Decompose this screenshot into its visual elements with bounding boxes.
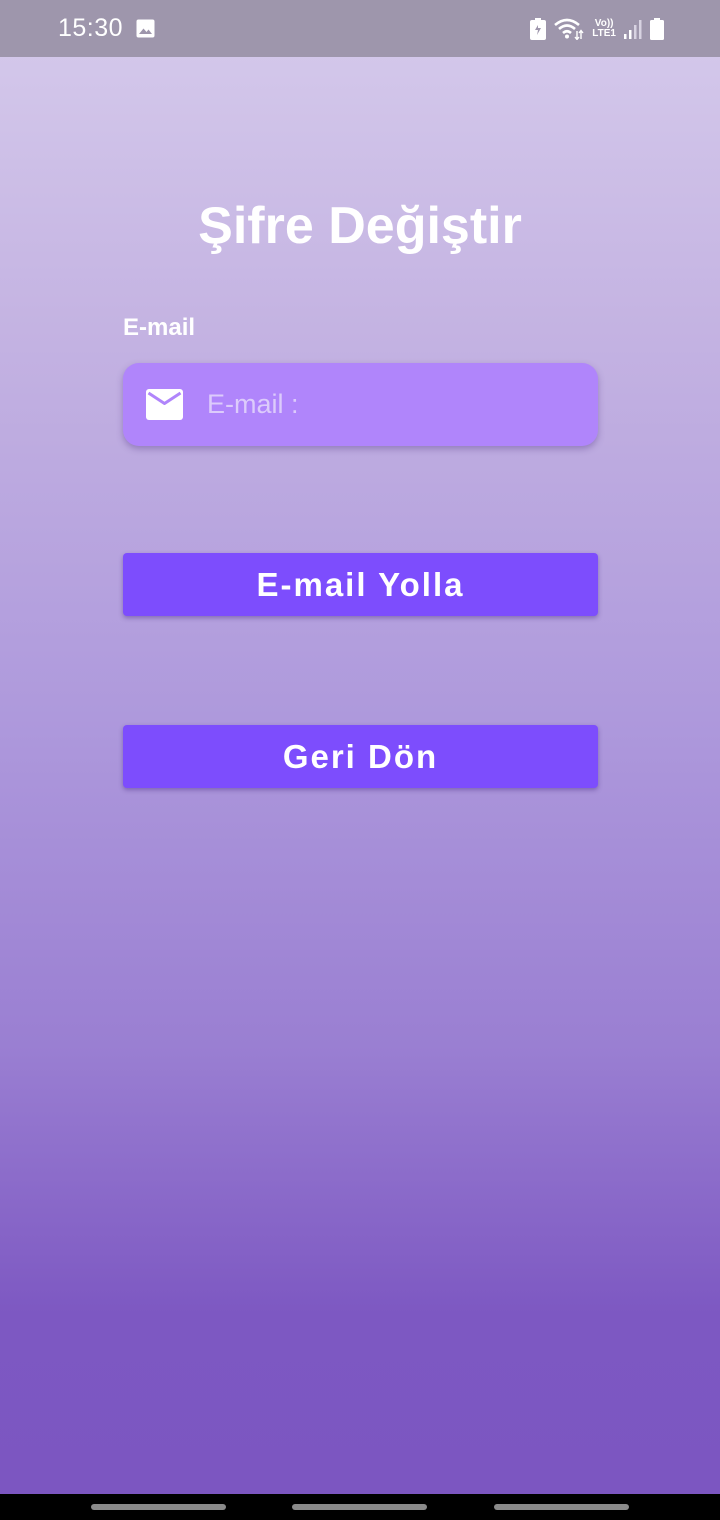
email-label: E-mail [123,314,196,341]
nav-home-handle[interactable] [292,1504,427,1510]
navigation-bar [0,1494,720,1520]
email-field[interactable] [123,363,598,446]
page-title: Şifre Değiştir [198,197,522,255]
lte-label: LTE1 [592,28,616,39]
send-email-button[interactable]: E-mail Yolla [123,553,598,616]
email-input[interactable] [207,363,577,446]
nav-recent-handle[interactable] [91,1504,226,1510]
battery-icon [650,18,664,40]
battery-saver-icon [530,18,547,40]
app-screen: 15:30 Vo)) LTE1 Şifre Değiştir E-mail E-… [0,0,720,1494]
volte-indicator: Vo)) LTE1 [592,19,616,39]
gallery-icon [136,19,155,38]
signal-icon [624,20,642,39]
wifi-icon [554,18,584,40]
nav-back-handle[interactable] [494,1504,629,1510]
status-time: 15:30 [58,14,124,42]
status-bar: 15:30 Vo)) LTE1 [0,0,720,57]
status-icons: Vo)) LTE1 [530,15,664,43]
back-button[interactable]: Geri Dön [123,725,598,788]
mail-icon [146,389,183,420]
